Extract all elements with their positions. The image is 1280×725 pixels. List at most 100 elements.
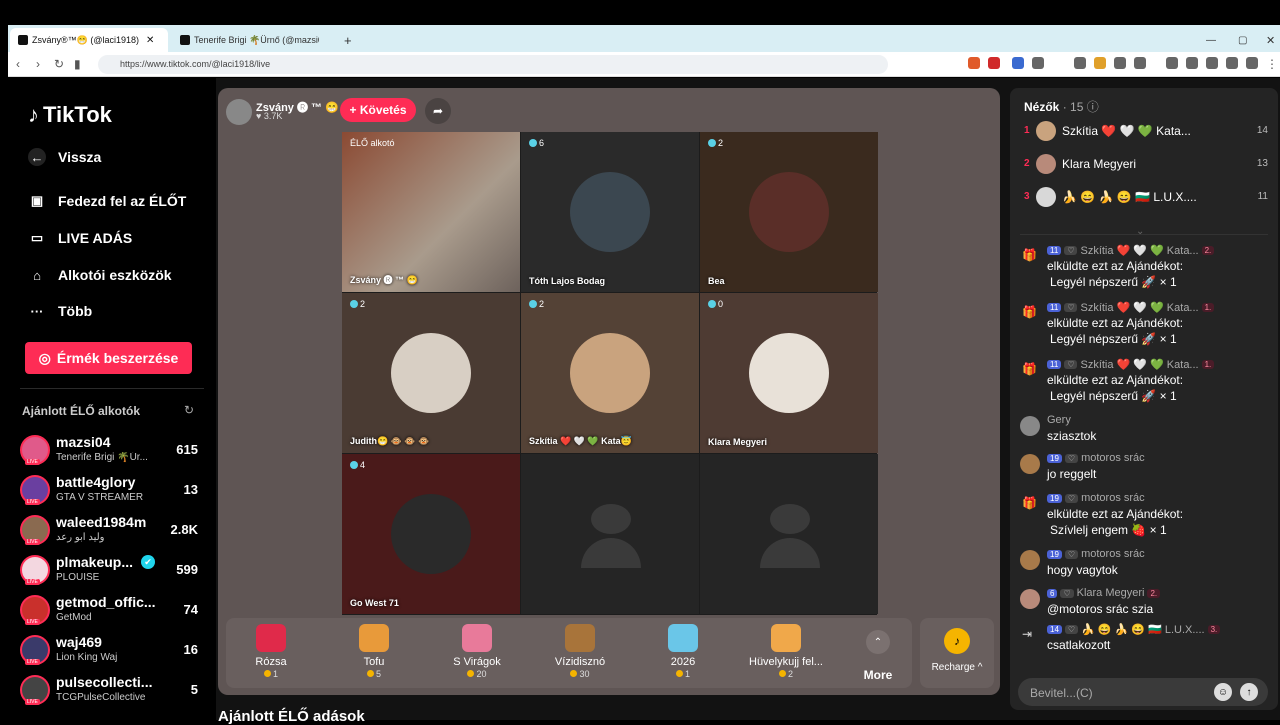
get-coins-button[interactable]: ◎ Érmék beszerzése	[25, 342, 192, 374]
refresh-icon[interactable]: ↻	[184, 403, 194, 417]
recharge-button[interactable]: ♪ Recharge ^	[920, 618, 994, 688]
chat-text: sziasztok	[1047, 429, 1097, 443]
creator-row[interactable]: LIVE waleed1984m وليد ابو رعد 2.8K	[20, 512, 210, 548]
menu-label: Fedezd fel az ÉLŐT	[58, 193, 187, 209]
chat-username[interactable]: motoros srác	[1081, 452, 1145, 464]
gift-item[interactable]: Tofu 5	[329, 624, 419, 684]
maximize-icon[interactable]: ▢	[1230, 28, 1255, 52]
viewer-row[interactable]: 3 🍌 😄 🍌 😄 🇧🇬 L.U.X.... 11	[1020, 186, 1268, 210]
guest-avatar	[749, 333, 829, 413]
browser-tab-active[interactable]: Zsvány®™😁 (@laci1918) É… ✕	[10, 28, 168, 52]
tiktok-favicon-icon	[180, 35, 190, 45]
chat-username[interactable]: Szkítia ❤️ 🤍 💚 Kata...	[1080, 358, 1198, 371]
guest-tile[interactable]	[521, 454, 699, 614]
close-tab-icon[interactable]: ✕	[146, 35, 154, 46]
menu-more[interactable]: ··· Több	[28, 302, 93, 320]
menu-icon[interactable]: ⋮	[1266, 57, 1278, 71]
viewer-row[interactable]: 1 Szkítia ❤️ 🤍 💚 Kata... 14	[1020, 120, 1268, 144]
bookmark-icon[interactable]: ▮	[74, 57, 81, 71]
host-avatar	[226, 99, 252, 125]
chat-username[interactable]: 🍌 😄 🍌 😄 🇧🇬 L.U.X....	[1081, 623, 1205, 636]
shield-icon[interactable]	[1246, 57, 1258, 69]
guest-tile[interactable]: 2 Bea	[700, 132, 878, 292]
creator-row[interactable]: LIVE plmakeup... ✔ PLOUISE 599	[20, 552, 210, 588]
creator-row[interactable]: LIVE getmod_offic... GetMod 74	[20, 592, 210, 628]
extension-icon[interactable]	[968, 57, 980, 69]
gift-item[interactable]: Rózsa 1	[226, 624, 316, 684]
sidebar-icon[interactable]	[1186, 57, 1198, 69]
extension-icon[interactable]	[1012, 57, 1024, 69]
download-icon[interactable]	[1226, 57, 1238, 69]
gift-price: 2	[741, 669, 831, 679]
coin-icon	[467, 670, 475, 677]
chat-avatar	[1020, 589, 1040, 609]
new-tab-icon[interactable]: +	[336, 28, 360, 52]
share-icon[interactable]: ➦	[425, 98, 451, 124]
extension-icon[interactable]	[1114, 57, 1126, 69]
back-button[interactable]: ← Vissza	[28, 148, 101, 166]
back-icon[interactable]: ‹	[16, 57, 20, 71]
guest-tile[interactable]: 2 Judith😁 🐵 🐵 🐵	[342, 293, 520, 453]
tiktok-logo[interactable]: ♪ TikTok	[28, 102, 112, 128]
viewer-row[interactable]: 2 Klara Megyeri 13	[1020, 153, 1268, 177]
creator-row[interactable]: LIVE pulsecollecti... TCGPulseCollective 5	[20, 672, 210, 708]
browser-tab[interactable]: Tenerife Brigi 🌴Ürnő (@mazsi04) É…	[172, 28, 330, 52]
gift-item[interactable]: S Virágok 20	[432, 624, 522, 684]
extension-icon[interactable]	[1032, 57, 1044, 69]
gift-item[interactable]: 2026 1	[638, 624, 728, 684]
minimize-icon[interactable]: —	[1198, 28, 1224, 52]
extension-icon[interactable]	[988, 57, 1000, 69]
send-icon[interactable]: ↑	[1240, 683, 1258, 701]
url-field[interactable]: https://www.tiktok.com/@laci1918/live	[98, 55, 888, 74]
creator-subtitle: PLOUISE	[56, 572, 100, 583]
more-gifts-button[interactable]: ⌃ More	[858, 630, 898, 682]
menu-creator-tools[interactable]: ⌂ Alkotói eszközök	[28, 266, 172, 284]
forward-icon[interactable]: ›	[36, 57, 40, 71]
rank-badge: 2.	[1147, 588, 1161, 598]
viewer-name: Szkítia ❤️ 🤍 💚 Kata...	[1062, 124, 1191, 138]
creator-row[interactable]: LIVE waj469 Lion King Waj 16	[20, 632, 210, 668]
chevron-up-icon: ⌃	[866, 630, 890, 654]
chat-text: jo reggelt	[1047, 467, 1097, 481]
extension-icon[interactable]	[1074, 57, 1086, 69]
chat-header: 6 ♡ Klara Megyeri 2.	[1047, 587, 1161, 599]
menu-explore-live[interactable]: ▣ Fedezd fel az ÉLŐT	[28, 192, 187, 210]
expand-chevron-icon[interactable]: ⌄	[1136, 226, 1144, 237]
gem-icon	[350, 461, 358, 469]
chat-username[interactable]: Klara Megyeri	[1077, 587, 1145, 599]
guest-tile[interactable]: 0 Klara Megyeri	[700, 293, 878, 453]
creator-subtitle: Tenerife Brigi 🌴Úr...	[56, 452, 148, 463]
creator-row[interactable]: LIVE battle4glory GTA V STREAMER 13	[20, 472, 210, 508]
chat-username[interactable]: motoros srác	[1081, 548, 1145, 560]
close-window-icon[interactable]: ✕	[1258, 28, 1280, 52]
gift-item[interactable]: Hüvelykujj fel... 2	[741, 624, 831, 684]
guest-tile[interactable]: 4 Go West 71	[342, 454, 520, 614]
emoji-icon[interactable]: ☺	[1214, 683, 1232, 701]
chat-gift-detail: Szívlelj engem 🍓 × 1	[1050, 523, 1167, 537]
extension-icon[interactable]	[1134, 57, 1146, 69]
chat-username[interactable]: motoros srác	[1081, 492, 1145, 504]
guest-tile[interactable]: 2 Szkítia ❤️ 🤍 💚 Kata😇	[521, 293, 699, 453]
gift-price-value: 2	[787, 669, 793, 679]
wallet-icon[interactable]	[1206, 57, 1218, 69]
chat-username[interactable]: Szkítia ❤️ 🤍 💚 Kata...	[1080, 301, 1198, 314]
chat-username[interactable]: Szkítia ❤️ 🤍 💚 Kata...	[1080, 244, 1198, 257]
extension-icon[interactable]	[1094, 57, 1106, 69]
chat-username[interactable]: Gery	[1047, 414, 1071, 426]
host-info[interactable]: Zsvány 🅡 ™ 😁 ♥ 3.7K	[226, 96, 339, 126]
reload-icon[interactable]: ↻	[54, 57, 64, 71]
menu-go-live[interactable]: ▭ LIVE ADÁS	[28, 229, 132, 247]
guest-tile[interactable]: ÉLŐ alkotó Zsvány 🅡 ™ 😁	[342, 132, 520, 292]
info-icon[interactable]: ⓘ	[1087, 100, 1099, 114]
guest-score: 6	[529, 138, 544, 148]
follow-button[interactable]: + Követés	[340, 98, 416, 122]
guest-tile[interactable]	[700, 454, 878, 614]
score-value: 4	[360, 460, 366, 470]
music-icon[interactable]	[1166, 57, 1178, 69]
guest-tile[interactable]: 6 Tóth Lajos Bodag	[521, 132, 699, 292]
coin-icon: ◎	[38, 349, 51, 366]
menu-label: Több	[58, 303, 93, 319]
creator-row[interactable]: LIVE mazsi04 Tenerife Brigi 🌴Úr... 615	[20, 432, 210, 468]
gift-item[interactable]: Vízidisznó 30	[535, 624, 625, 684]
guest-score: 4	[350, 460, 365, 470]
